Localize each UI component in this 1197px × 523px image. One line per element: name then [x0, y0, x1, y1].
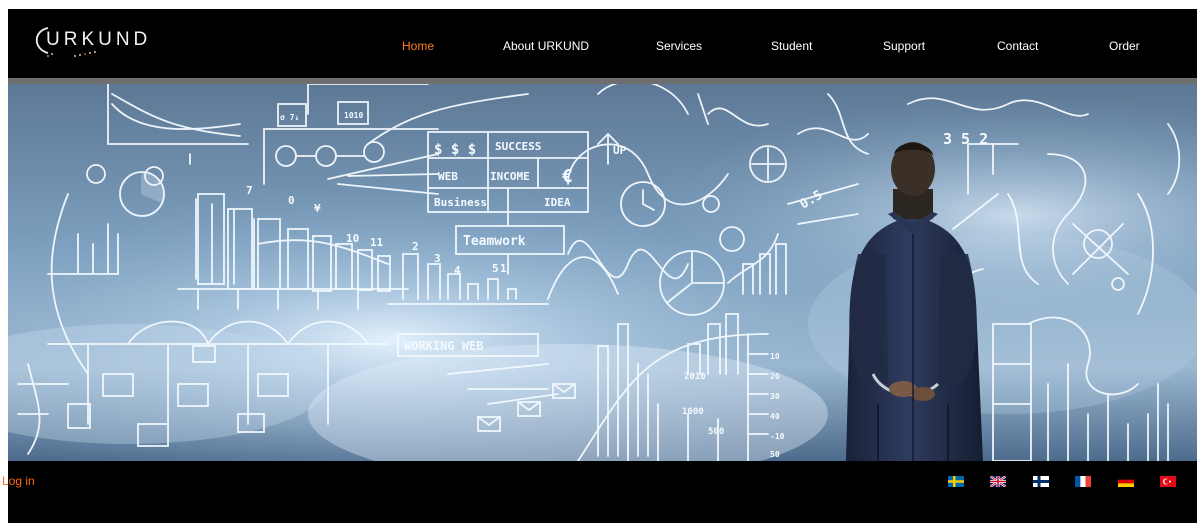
svg-text:1010: 1010 [344, 111, 363, 120]
hero-label-working-web: WORKING WEB [404, 339, 483, 353]
hero-label-web: WEB [438, 170, 458, 183]
nav-home[interactable]: Home [402, 39, 434, 53]
finland-flag-icon[interactable] [1033, 476, 1049, 487]
hero-label-business: Business [434, 196, 487, 209]
hero-label-axis-40: 40 [770, 412, 780, 421]
hero-label-352: 3 5 2 [943, 130, 988, 148]
hero-label-11: 11 [370, 236, 384, 249]
page-frame: URKUND Home About URKUND Services Studen… [8, 9, 1197, 523]
hero-label-euro: € [562, 166, 573, 187]
hero-label-axis-20: 20 [770, 372, 780, 381]
hero-illustration: σ 7↓ 1010 SUCCESS WEB INCOME € $ $ $ Bus… [8, 84, 1197, 461]
nav-order[interactable]: Order [1109, 39, 1140, 53]
svg-text:σ 7↓: σ 7↓ [280, 113, 299, 122]
nav-support[interactable]: Support [883, 39, 925, 53]
hero-label-3: 3 [434, 252, 441, 265]
logo-dots-icon [74, 51, 96, 57]
nav-student[interactable]: Student [771, 39, 812, 53]
urkund-logo[interactable]: URKUND [30, 23, 180, 63]
france-flag-icon[interactable] [1075, 476, 1091, 487]
hero-label-teamwork: Teamwork [463, 234, 526, 249]
germany-flag-icon[interactable] [1118, 476, 1134, 487]
sweden-flag-icon[interactable] [948, 476, 964, 487]
hero-label-axis-50: 50 [770, 450, 780, 459]
nav-services[interactable]: Services [656, 39, 702, 53]
hero-label-up: UP [613, 144, 627, 157]
hero-label-2: 2 [412, 240, 419, 253]
hero-label-0: 0 [288, 194, 295, 207]
hero-label-income: INCOME [490, 170, 530, 183]
top-navigation-bar: URKUND Home About URKUND Services Studen… [8, 9, 1197, 78]
hero-banner: σ 7↓ 1010 SUCCESS WEB INCOME € $ $ $ Bus… [8, 84, 1197, 461]
hero-label-1: 1 [500, 262, 507, 275]
hero-label-1000: 1000 [682, 407, 704, 417]
uk-flag-icon[interactable] [990, 476, 1006, 487]
nav-contact[interactable]: Contact [997, 39, 1038, 53]
hero-label-5: 5 [492, 262, 499, 275]
hero-label-2010: 2010 [684, 372, 706, 382]
hero-label-axis-30: 30 [770, 392, 780, 401]
hero-label-7: 7 [246, 184, 253, 197]
hero-label-10a: 10 [346, 232, 359, 245]
hero-label-yen: ¥ [314, 202, 321, 215]
hero-label-4: 4 [454, 264, 461, 277]
hero-label-idea: IDEA [544, 196, 571, 209]
logo-wordmark: URKUND [46, 29, 152, 50]
nav-about-urkund[interactable]: About URKUND [503, 39, 589, 53]
turkey-flag-icon[interactable] [1160, 476, 1176, 487]
hero-label-dollars: $ $ $ [434, 142, 476, 158]
hero-label-success: SUCCESS [495, 140, 541, 153]
hero-label-500: 500 [708, 427, 724, 437]
hero-label-axis-neg10: -10 [770, 432, 785, 441]
footer-bar [8, 461, 1197, 523]
login-link[interactable]: Log in [2, 474, 35, 488]
hero-label-axis-10: 10 [770, 352, 780, 361]
